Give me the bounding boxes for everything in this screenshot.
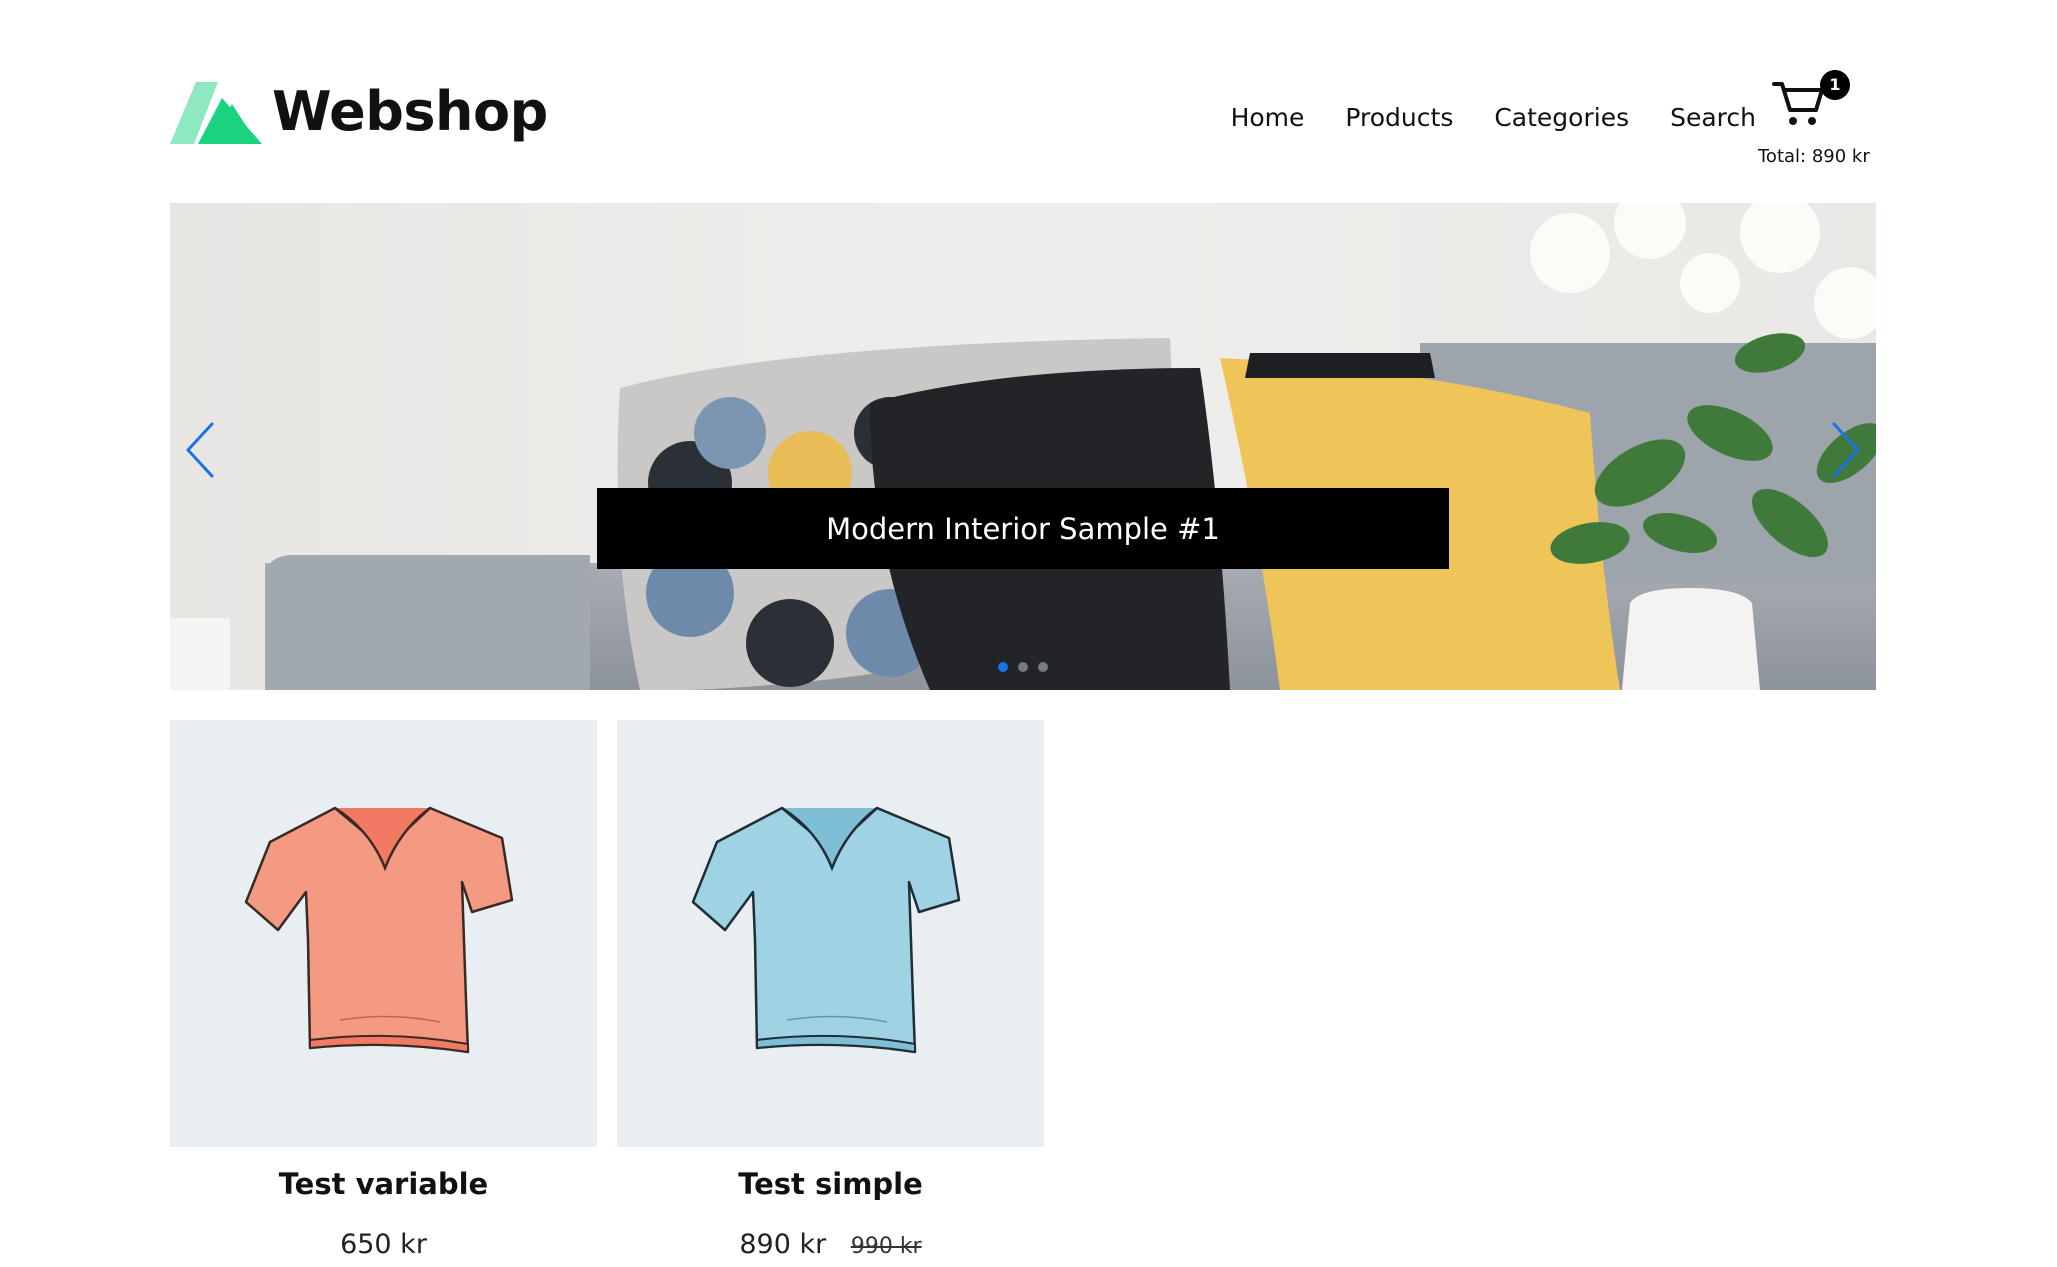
cart-icon xyxy=(1772,82,1824,125)
nav-products[interactable]: Products xyxy=(1345,102,1453,135)
carousel-slide-image xyxy=(170,203,1876,690)
cart-count-badge: 1 xyxy=(1820,70,1850,100)
product-name[interactable]: Test variable xyxy=(170,1167,597,1201)
brand-name: Webshop xyxy=(272,80,548,143)
carousel-dot[interactable] xyxy=(1038,662,1048,672)
current-price: 650 kr xyxy=(340,1229,427,1260)
current-price: 890 kr xyxy=(739,1229,827,1260)
nav-categories[interactable]: Categories xyxy=(1494,102,1629,135)
product-price: 650 kr xyxy=(170,1229,597,1260)
main-nav: Home Products Categories Search xyxy=(1190,102,1756,135)
carousel-prev-button[interactable] xyxy=(182,420,222,480)
carousel-caption: Modern Interior Sample #1 xyxy=(597,488,1449,569)
product-price: 890 kr 990 kr xyxy=(617,1229,1044,1260)
carousel-dot[interactable] xyxy=(998,662,1008,672)
hero-carousel: Modern Interior Sample #1 xyxy=(170,203,1876,690)
product-name[interactable]: Test simple xyxy=(617,1167,1044,1201)
product-grid: Test variable 650 kr Test simple 890 kr … xyxy=(170,720,1044,1260)
carousel-dot[interactable] xyxy=(1018,662,1028,672)
product-image-link[interactable] xyxy=(170,720,597,1147)
brand-logo-link[interactable]: Webshop xyxy=(170,72,548,152)
product-card: Test simple 890 kr 990 kr xyxy=(617,720,1044,1260)
cart-widget[interactable]: 1 Total: 890 kr xyxy=(1758,70,1876,170)
orange-tshirt-image xyxy=(244,806,514,1054)
carousel-next-button[interactable] xyxy=(1824,420,1864,480)
chevron-right-icon xyxy=(1832,422,1860,478)
product-image-link[interactable] xyxy=(617,720,1044,1147)
nav-home[interactable]: Home xyxy=(1231,102,1305,135)
cart-total: Total: 890 kr xyxy=(1758,146,1870,167)
carousel-indicators xyxy=(998,662,1048,672)
chevron-left-icon xyxy=(186,422,214,478)
old-price: 990 kr xyxy=(850,1234,922,1259)
webshop-logo-icon xyxy=(170,82,262,144)
product-card: Test variable 650 kr xyxy=(170,720,597,1260)
site-header: Webshop Home Products Categories Search … xyxy=(170,60,1876,170)
nav-search[interactable]: Search xyxy=(1670,102,1756,135)
blue-tshirt-image xyxy=(691,806,961,1054)
